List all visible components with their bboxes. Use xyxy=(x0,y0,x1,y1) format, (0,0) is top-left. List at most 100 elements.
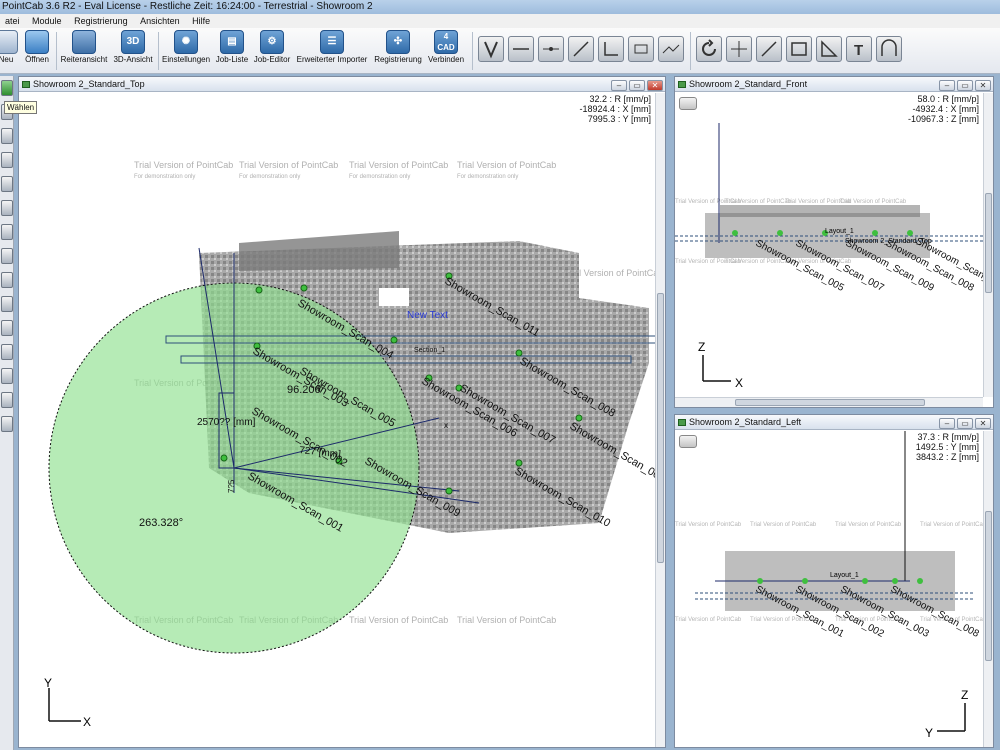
main-toolbar: Neu Öffnen Reiteransicht 3D 3D-Ansicht ✺… xyxy=(0,28,1000,74)
registration-button[interactable]: ✣ Registrierung xyxy=(372,30,424,72)
watermark-text: For demonstration only xyxy=(134,174,195,180)
watermark-text: For demonstration only xyxy=(457,174,518,180)
window-title: PointCab 3.6 R2 - Eval License - Restlic… xyxy=(0,0,1000,14)
tool-button-3[interactable] xyxy=(1,128,13,144)
tab-view-icon xyxy=(72,30,96,54)
tool-button-15[interactable] xyxy=(1,416,13,432)
new-button[interactable]: Neu xyxy=(0,30,20,72)
diagonal-tool-button[interactable] xyxy=(568,36,594,62)
tool-button-9[interactable] xyxy=(1,272,13,288)
close-button[interactable]: ✕ xyxy=(975,80,991,91)
rotate-tool-button[interactable] xyxy=(696,36,722,62)
tool-button-8[interactable] xyxy=(1,248,13,264)
new-text-label[interactable]: New Text xyxy=(407,310,448,321)
left-view-coords: 37.3 : R [mm/p] 1492.5 : Y [mm] 3843.2 :… xyxy=(916,432,979,462)
close-button[interactable]: ✕ xyxy=(975,418,991,429)
front-view-pane[interactable]: Showroom 2_Standard_Front – ▭ ✕ 58.0 : R [… xyxy=(674,76,994,408)
scroll-thumb[interactable] xyxy=(985,193,992,293)
rect-tool-button[interactable] xyxy=(786,36,812,62)
close-button[interactable]: ✕ xyxy=(647,80,663,91)
scroll-thumb[interactable] xyxy=(657,293,664,563)
watermark-text: Trial Version of PointCab xyxy=(239,160,338,170)
crosshair-tool-button[interactable] xyxy=(726,36,752,62)
menu-ansichten[interactable]: Ansichten xyxy=(135,14,185,28)
eye-icon[interactable] xyxy=(679,97,697,110)
minimize-button[interactable]: – xyxy=(611,80,627,91)
front-view-canvas[interactable]: Trial Version of PointCab Trial Version … xyxy=(675,93,983,393)
line-tool-button[interactable] xyxy=(508,36,534,62)
polyline-icon xyxy=(662,44,680,54)
axis-x-label: X xyxy=(83,715,91,729)
minimize-button[interactable]: – xyxy=(939,418,955,429)
select-tool-button[interactable] xyxy=(1,80,13,96)
measure-tool-button[interactable] xyxy=(756,36,782,62)
distance-label: 7?5 xyxy=(227,479,236,493)
point-line-tool-button[interactable] xyxy=(538,36,564,62)
folder-icon xyxy=(25,30,49,54)
front-view-header: Showroom 2_Standard_Front – ▭ ✕ xyxy=(675,77,993,92)
left-r-readout: 37.3 : R [mm/p] xyxy=(917,432,979,442)
front-layout-label: Layout_1 xyxy=(825,228,854,235)
text-tool-icon: T xyxy=(854,42,863,59)
text-tool-button[interactable]: T xyxy=(846,36,872,62)
connect-label: Verbinden xyxy=(427,55,465,64)
top-view-pane[interactable]: Showroom 2_Standard_Top – ▭ ✕ 32.2 : R [mm… xyxy=(18,76,666,748)
top-view-canvas[interactable]: Trial Version of PointCab Trial Version … xyxy=(19,93,655,738)
watermark-text: Trial Version of PointCab xyxy=(920,522,983,528)
registration-icon: ✣ xyxy=(386,30,410,54)
text-box-tool-button[interactable] xyxy=(628,36,654,62)
front-view-hscroll[interactable] xyxy=(675,397,983,407)
eye-icon[interactable] xyxy=(679,435,697,448)
scroll-thumb[interactable] xyxy=(735,399,925,406)
top-r-readout: 32.2 : R [mm/p] xyxy=(589,94,651,104)
menu-module[interactable]: Module xyxy=(27,14,67,28)
open-button[interactable]: Öffnen xyxy=(22,30,52,72)
importer-button[interactable]: ☰ Erweiterter Importer xyxy=(296,30,368,72)
arch-tool-button[interactable] xyxy=(876,36,902,62)
watermark-text: Trial Version of PointCab xyxy=(675,617,742,623)
left-view-pane[interactable]: Showroom 2_Standard_Left – ▭ ✕ 37.3 : R [m… xyxy=(674,414,994,748)
left-view-canvas[interactable]: Trial Version of PointCab Trial Version … xyxy=(675,431,983,746)
tool-button-14[interactable] xyxy=(1,392,13,408)
3d-view-button[interactable]: 3D 3D-Ansicht xyxy=(112,30,154,72)
job-editor-label: Job-Editor xyxy=(253,55,291,64)
tool-button-4[interactable] xyxy=(1,152,13,168)
menu-registrierung[interactable]: Registrierung xyxy=(69,14,133,28)
scroll-thumb[interactable] xyxy=(985,511,992,661)
connect-button[interactable]: 4 CAD Verbinden xyxy=(426,30,466,72)
watermark-text: Trial Version of PointCab xyxy=(835,522,902,528)
axis-z-label: Z xyxy=(961,688,968,702)
polyline-tool-button[interactable] xyxy=(658,36,684,62)
job-editor-button[interactable]: ⚙ Job-Editor xyxy=(252,30,292,72)
job-list-button[interactable]: ▤ Job-Liste xyxy=(214,30,250,72)
tool-button-6[interactable] xyxy=(1,200,13,216)
left-view-header: Showroom 2_Standard_Left – ▭ ✕ xyxy=(675,415,993,430)
tab-view-button[interactable]: Reiteransicht xyxy=(60,30,108,72)
tool-button-7[interactable] xyxy=(1,224,13,240)
tool-button-12[interactable] xyxy=(1,344,13,360)
menu-file[interactable]: atei xyxy=(0,14,25,28)
new-button-label: Neu xyxy=(0,55,14,64)
watermark-text: Trial Version of PointCab xyxy=(134,160,233,170)
left-tool-strip xyxy=(0,76,14,750)
tool-button-13[interactable] xyxy=(1,368,13,384)
corner-tool-button[interactable] xyxy=(598,36,624,62)
minimize-button[interactable]: – xyxy=(939,80,955,91)
front-view-vscroll[interactable] xyxy=(983,93,993,397)
left-view-title: Showroom 2_Standard_Left xyxy=(689,417,802,427)
left-view-vscroll[interactable] xyxy=(983,431,993,747)
corner-icon xyxy=(604,42,618,56)
maximize-button[interactable]: ▭ xyxy=(957,418,973,429)
watermark-text: Trial Version of PointCab xyxy=(349,160,448,170)
tool-button-10[interactable] xyxy=(1,296,13,312)
angle-tool-button[interactable] xyxy=(816,36,842,62)
tool-button-11[interactable] xyxy=(1,320,13,336)
maximize-button[interactable]: ▭ xyxy=(957,80,973,91)
watermark-text: For demonstration only xyxy=(349,174,410,180)
tool-button-5[interactable] xyxy=(1,176,13,192)
menu-hilfe[interactable]: Hilfe xyxy=(187,14,215,28)
v-tool-button[interactable] xyxy=(478,36,504,62)
maximize-button[interactable]: ▭ xyxy=(629,80,645,91)
top-view-vscroll[interactable] xyxy=(655,93,665,747)
settings-button[interactable]: ✺ Einstellungen xyxy=(162,30,210,72)
